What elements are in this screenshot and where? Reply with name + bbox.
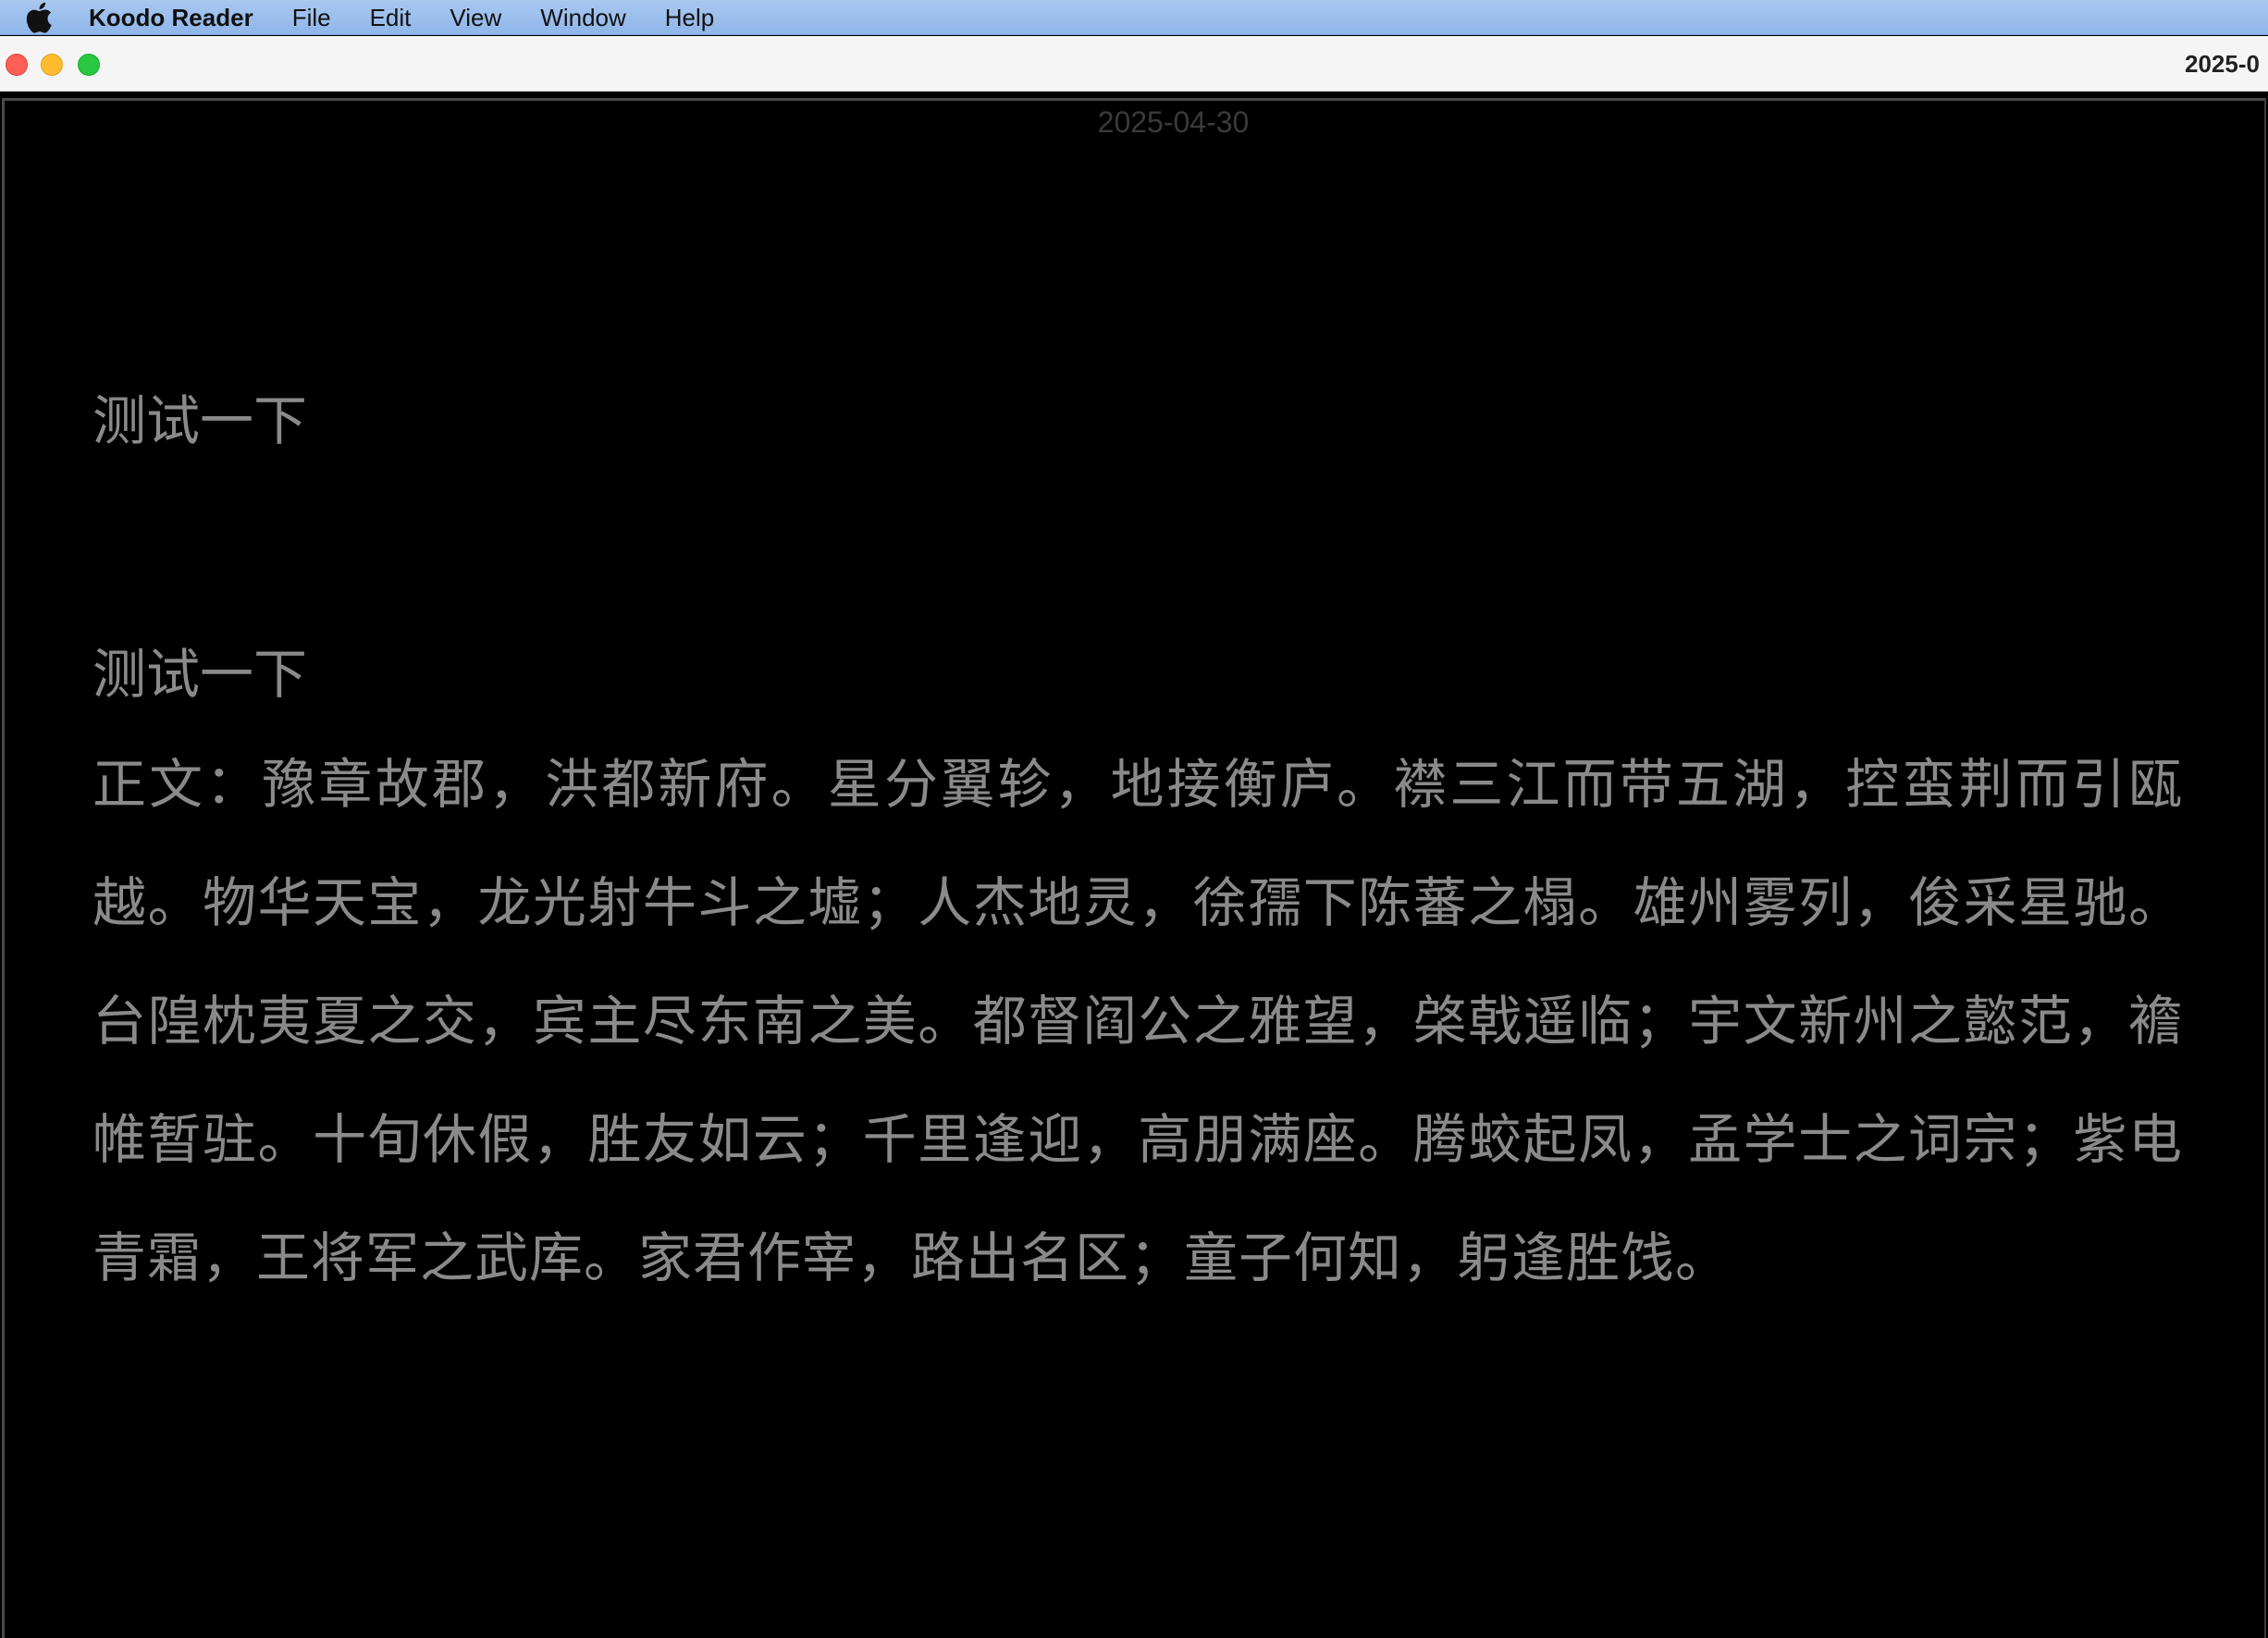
reader-content: 测试一下 测试一下 正文：豫章故郡，洪都新府。星分翼轸，地接衡庐。襟三江而带五湖… — [92, 370, 2183, 1317]
close-window-icon[interactable] — [6, 54, 28, 76]
minimize-window-icon[interactable] — [41, 54, 63, 76]
section-heading: 测试一下 — [92, 643, 308, 706]
zoom-window-icon[interactable] — [78, 54, 100, 76]
menu-window[interactable]: Window — [540, 0, 625, 35]
menu-edit[interactable]: Edit — [370, 0, 412, 35]
chapter-heading: 测试一下 — [92, 389, 308, 452]
apple-logo-icon[interactable] — [0, 2, 78, 33]
menu-file[interactable]: File — [292, 0, 331, 35]
menu-view[interactable]: View — [450, 0, 501, 35]
menu-app-name[interactable]: Koodo Reader — [89, 0, 253, 35]
menu-help[interactable]: Help — [665, 0, 714, 35]
body-paragraph: 正文：豫章故郡，洪都新府。星分翼轸，地接衡庐。襟三江而带五湖，控蛮荆而引瓯越。物… — [92, 753, 2183, 1289]
menu-bar: Koodo Reader File Edit View Window Help — [0, 0, 2268, 35]
window-title: 2025-0 — [2185, 50, 2260, 78]
window-title-bar[interactable] — [0, 36, 2268, 92]
page-date: 2025-04-30 — [1097, 105, 1250, 139]
